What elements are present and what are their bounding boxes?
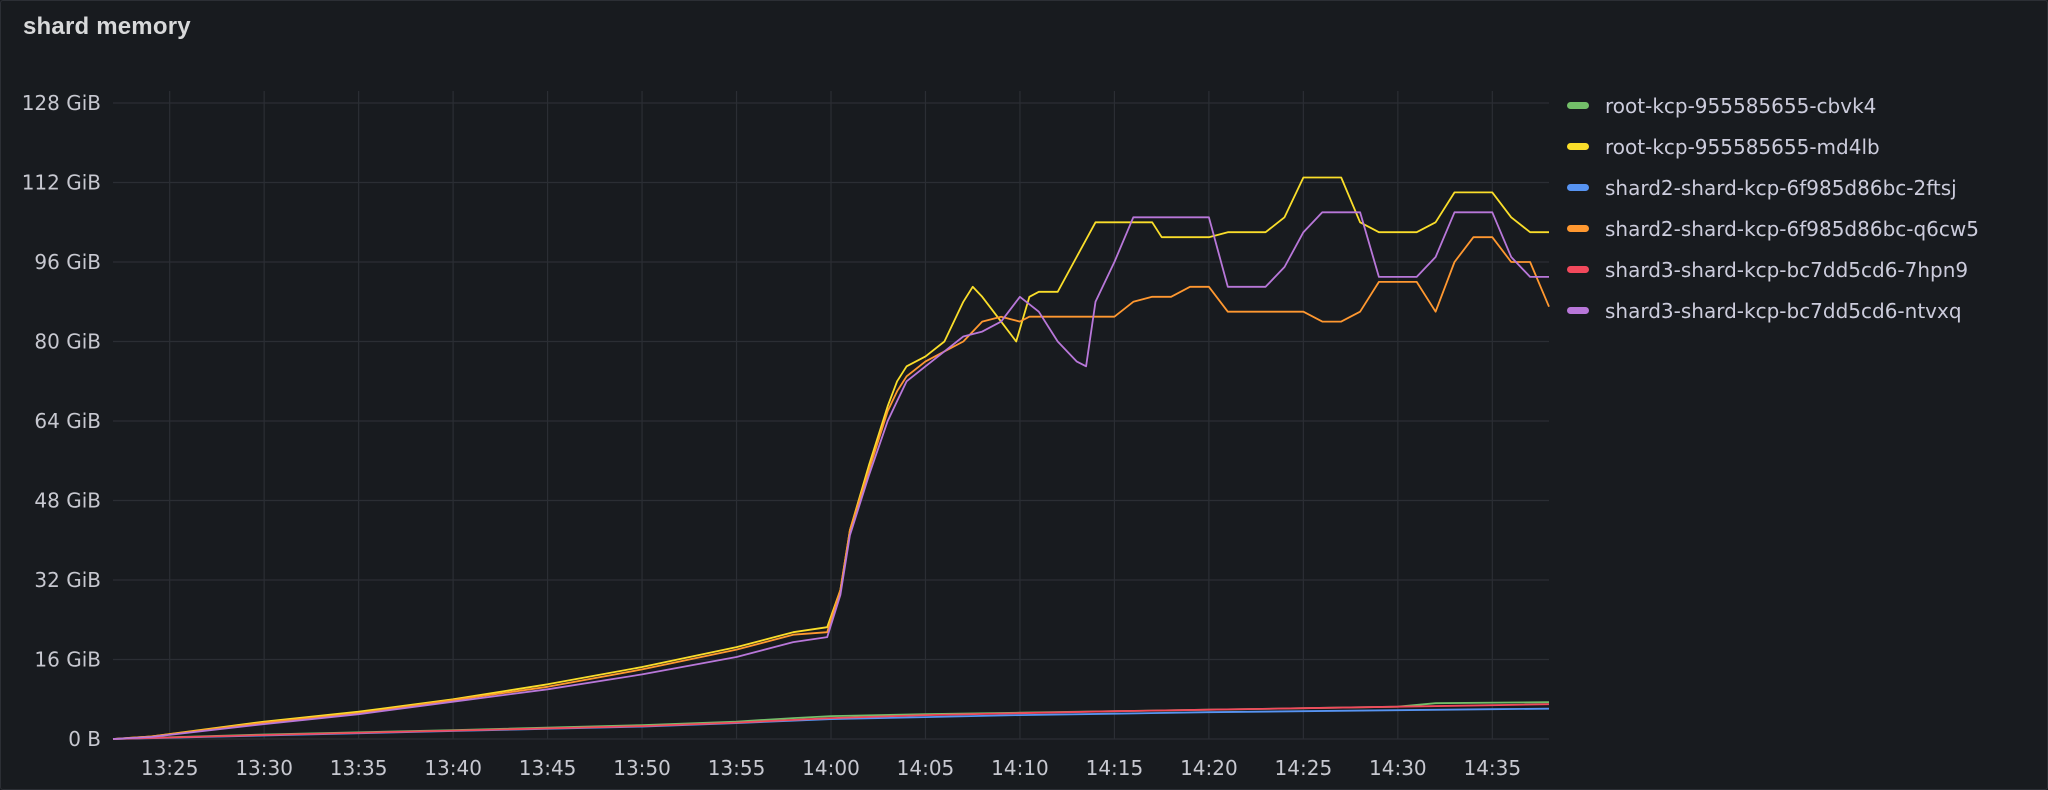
x-tick-label: 14:20 <box>1180 756 1238 780</box>
legend-swatch <box>1567 184 1589 191</box>
y-tick-label: 32 GiB <box>34 568 101 592</box>
y-axis: 0 B 16 GiB 32 GiB 48 GiB 64 GiB 80 GiB 96 GiB 1… <box>22 91 101 751</box>
y-tick-label: 16 GiB <box>34 648 101 672</box>
x-tick-label: 14:35 <box>1463 756 1521 780</box>
y-tick-label: 80 GiB <box>34 330 101 354</box>
legend-label: shard2-shard-kcp-6f985d86bc-2ftsj <box>1605 175 1957 200</box>
x-tick-label: 13:30 <box>235 756 293 780</box>
legend-item-3[interactable]: shard2-shard-kcp-6f985d86bc-q6cw5 <box>1567 208 2037 249</box>
legend-swatch <box>1567 225 1589 232</box>
x-tick-label: 14:25 <box>1275 756 1333 780</box>
y-tick-label: 48 GiB <box>34 489 101 513</box>
legend-item-1[interactable]: root-kcp-955585655-md4lb <box>1567 126 2037 167</box>
legend-label: shard3-shard-kcp-bc7dd5cd6-ntvxq <box>1605 298 1962 323</box>
legend-item-5[interactable]: shard3-shard-kcp-bc7dd5cd6-ntvxq <box>1567 290 2037 331</box>
legend-item-2[interactable]: shard2-shard-kcp-6f985d86bc-2ftsj <box>1567 167 2037 208</box>
legend-label: shard2-shard-kcp-6f985d86bc-q6cw5 <box>1605 216 1979 241</box>
legend-swatch <box>1567 266 1589 273</box>
chart-legend: root-kcp-955585655-cbvk4 root-kcp-9555856… <box>1567 85 2037 331</box>
y-tick-label: 0 B <box>68 727 101 751</box>
legend-item-4[interactable]: shard3-shard-kcp-bc7dd5cd6-7hpn9 <box>1567 249 2037 290</box>
x-tick-label: 13:40 <box>424 756 482 780</box>
legend-swatch <box>1567 102 1589 109</box>
chart-panel: shard memory 0 B 16 GiB 32 GiB 48 GiB 64 GiB… <box>0 0 2048 790</box>
legend-swatch <box>1567 307 1589 314</box>
y-tick-label: 128 GiB <box>22 91 101 115</box>
y-tick-label: 112 GiB <box>22 171 101 195</box>
legend-label: shard3-shard-kcp-bc7dd5cd6-7hpn9 <box>1605 257 1969 282</box>
y-tick-label: 96 GiB <box>34 250 101 274</box>
x-tick-label: 14:05 <box>897 756 955 780</box>
x-tick-label: 14:00 <box>802 756 860 780</box>
legend-item-0[interactable]: root-kcp-955585655-cbvk4 <box>1567 85 2037 126</box>
x-tick-label: 14:10 <box>991 756 1049 780</box>
legend-label: root-kcp-955585655-cbvk4 <box>1605 93 1877 118</box>
x-tick-label: 14:15 <box>1086 756 1144 780</box>
legend-swatch <box>1567 143 1589 150</box>
x-tick-label: 13:25 <box>141 756 199 780</box>
x-tick-label: 13:45 <box>519 756 577 780</box>
x-tick-label: 14:30 <box>1369 756 1427 780</box>
x-tick-label: 13:55 <box>708 756 766 780</box>
legend-label: root-kcp-955585655-md4lb <box>1605 134 1880 159</box>
x-tick-label: 13:50 <box>613 756 671 780</box>
y-tick-label: 64 GiB <box>34 409 101 433</box>
x-axis: 13:25 13:30 13:35 13:40 13:45 13:50 13:55 14:00… <box>141 756 1521 780</box>
x-tick-label: 13:35 <box>330 756 388 780</box>
chart-grid <box>113 91 1549 740</box>
